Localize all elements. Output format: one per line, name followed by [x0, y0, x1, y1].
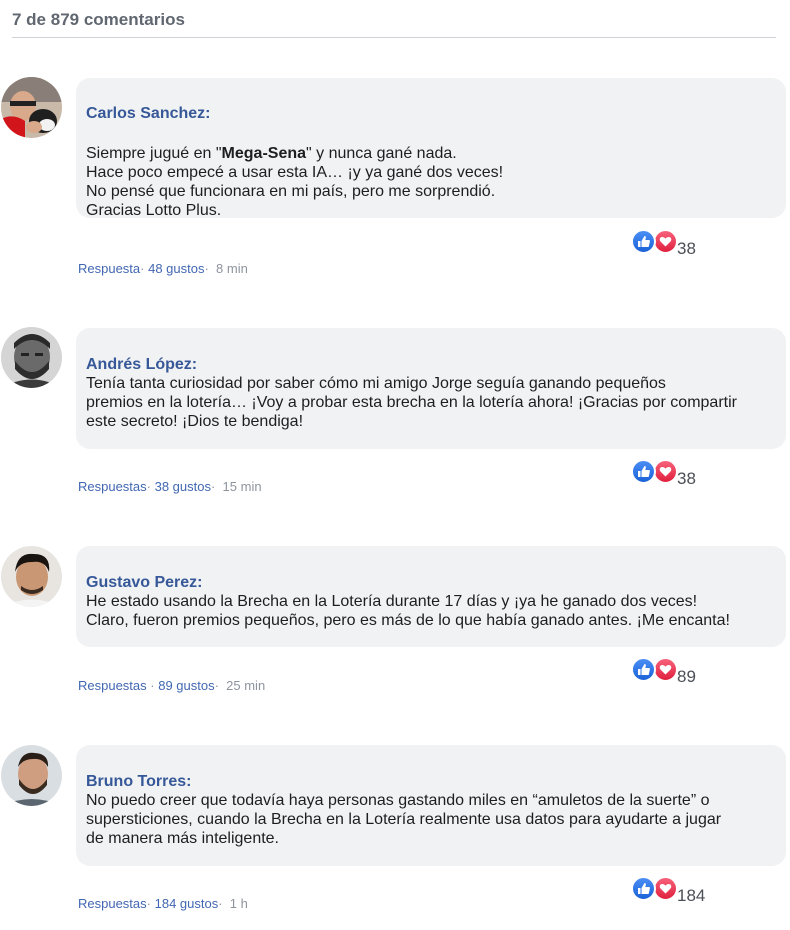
like-icon — [631, 229, 656, 254]
comment-line: Tenía tanta curiosidad por saber cómo mi… — [86, 375, 666, 392]
timestamp: 25 min — [226, 678, 266, 693]
comment-author[interactable]: Carlos Sanchez: — [86, 104, 776, 123]
avatar[interactable] — [1, 546, 62, 607]
reactions[interactable]: 38 — [631, 229, 731, 259]
avatar[interactable] — [1, 77, 62, 138]
likes-link[interactable]: 48 gustos — [148, 261, 204, 276]
comment-line: Hace poco empecé a usar esta IA… ¡y ya g… — [86, 164, 504, 181]
reaction-count: 89 — [677, 667, 696, 686]
comment-actions: Respuestas · 89 gustos· 25 min — [78, 678, 266, 693]
like-icon — [631, 459, 656, 484]
reply-link[interactable]: Respuestas — [78, 896, 147, 911]
timestamp: 1 h — [229, 896, 248, 911]
reactions[interactable]: 38 — [631, 459, 731, 489]
likes-link[interactable]: 184 gustos — [155, 896, 219, 911]
reaction-count: 38 — [677, 469, 696, 488]
comment-text: He estado usando la Brecha en la Lotería… — [86, 592, 776, 630]
avatar[interactable] — [1, 745, 62, 806]
comment-bubble: Gustavo Perez: He estado usando la Brech… — [76, 546, 786, 647]
comment-bubble: Andrés López: Tenía tanta curiosidad por… — [76, 328, 786, 449]
comment-line: Gracias Lotto Plus. — [86, 202, 222, 219]
reaction-count: 38 — [677, 239, 696, 258]
comment-line: No puedo creer que todavía haya personas… — [86, 792, 710, 809]
comments-header: 7 de 879 comentarios — [12, 8, 776, 38]
comment-bubble: Bruno Torres: No puedo creer que todavía… — [76, 745, 786, 866]
comment-text: No puedo creer que todavía haya personas… — [86, 791, 776, 848]
timestamp: 8 min — [216, 261, 248, 276]
likes-link[interactable]: 89 gustos — [158, 678, 214, 693]
heart-icon — [653, 229, 678, 254]
likes-link[interactable]: 38 gustos — [155, 479, 211, 494]
comment-line: Siempre jugué en "Mega-Sena" y nunca gan… — [86, 145, 457, 162]
comment-text: Siempre jugué en "Mega-Sena" y nunca gan… — [86, 144, 776, 220]
comment-line: este secreto! ¡Dios te bendiga! — [86, 413, 304, 430]
comment-actions: Respuestas· 38 gustos· 15 min — [78, 479, 262, 494]
comment-line: premios en la lotería… ¡Voy a probar est… — [86, 394, 737, 411]
heart-icon — [653, 459, 678, 484]
comment-line: No pensé que funcionara en mi país, pero… — [86, 183, 496, 200]
reactions[interactable]: 184 — [631, 876, 731, 906]
avatar[interactable] — [1, 327, 62, 388]
reply-link[interactable]: Respuestas — [78, 678, 147, 693]
reply-link[interactable]: Respuesta — [78, 261, 140, 276]
comment-actions: Respuesta· 48 gustos· 8 min — [78, 261, 248, 276]
comment-bubble: Carlos Sanchez: Siempre jugué en "Mega-S… — [76, 78, 786, 220]
comment-author[interactable]: Bruno Torres: — [86, 772, 776, 791]
comment-line: He estado usando la Brecha en la Lotería… — [86, 593, 698, 610]
comment-text: Tenía tanta curiosidad por saber cómo mi… — [86, 374, 776, 431]
comment-line: de manera más inteligente. — [86, 830, 279, 847]
like-icon — [631, 657, 656, 682]
comment-author[interactable]: Gustavo Perez: — [86, 573, 776, 592]
timestamp: 15 min — [222, 479, 262, 494]
like-icon — [631, 876, 656, 901]
heart-icon — [653, 876, 678, 901]
reply-link[interactable]: Respuestas — [78, 479, 147, 494]
comment-count: 7 de 879 comentarios — [12, 10, 185, 29]
heart-icon — [653, 657, 678, 682]
reaction-count: 184 — [677, 886, 706, 905]
reactions[interactable]: 89 — [631, 657, 731, 687]
comment-line: Claro, fueron premios pequeños, pero es … — [86, 612, 730, 629]
comment-actions: Respuestas· 184 gustos· 1 h — [78, 896, 248, 911]
comment-line: supersticiones, cuando la Brecha en la L… — [86, 811, 722, 828]
comment-author[interactable]: Andrés López: — [86, 355, 776, 374]
